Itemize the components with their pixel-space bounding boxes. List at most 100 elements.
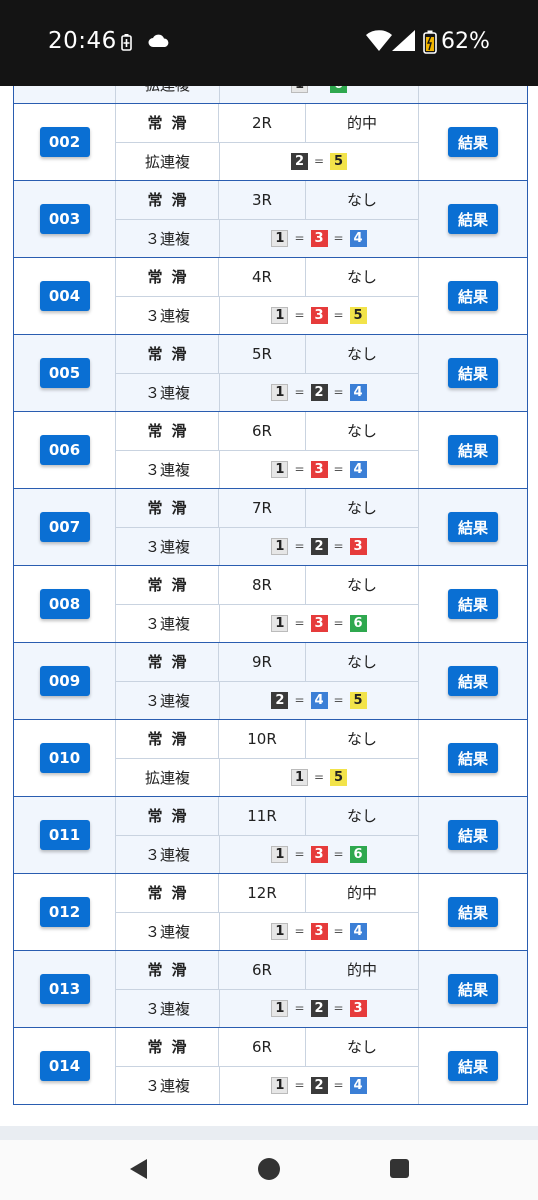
race-info: 常滑 4R なし ３連複 1 = 3 = 5 — [116, 258, 419, 334]
row-number-badge[interactable]: 004 — [39, 281, 90, 311]
race-number: 12R — [219, 874, 306, 912]
race-number: 11R — [219, 797, 306, 835]
row-number-badge[interactable]: 013 — [39, 974, 90, 1004]
result-button-cell: 結果 — [419, 720, 527, 796]
row-number-badge[interactable]: 002 — [39, 127, 90, 157]
hit-status: 的中 — [346, 114, 377, 133]
bet-type: ３連複 — [116, 296, 220, 334]
race-number: 6R — [219, 412, 306, 450]
venue-name: 常滑 — [116, 258, 219, 296]
boat-number-box: 1 — [271, 537, 289, 555]
combination: 1 = 2 = 3 — [220, 528, 418, 566]
row-number-badge[interactable]: 009 — [39, 666, 90, 696]
combo-separator: = — [333, 1001, 344, 1016]
row-number-badge[interactable]: 010 — [39, 743, 90, 773]
result-button[interactable]: 結果 — [448, 1051, 498, 1081]
row-number-cell: 012 — [14, 874, 116, 950]
home-icon[interactable] — [258, 1158, 280, 1180]
boat-number-box: 1 — [271, 383, 289, 401]
combo-separator: = — [294, 924, 305, 939]
race-info: 常滑 5R なし ３連複 1 = 2 = 4 — [116, 335, 419, 411]
venue-name: 常滑 — [116, 104, 219, 142]
result-button[interactable]: 結果 — [448, 743, 498, 773]
battery-icon — [423, 30, 437, 54]
combination: 1 = 2 = 3 — [220, 990, 418, 1028]
status-time: 20:46 — [48, 28, 117, 54]
result-button[interactable]: 結果 — [448, 820, 498, 850]
boat-number-box: 4 — [349, 1076, 367, 1094]
result-button-cell: 結果 — [419, 874, 527, 950]
result-button[interactable]: 結果 — [448, 589, 498, 619]
row-number-cell: 003 — [14, 181, 116, 257]
result-button-cell: 結果 — [419, 489, 527, 565]
combo-separator: = — [294, 616, 305, 631]
race-info: 常滑 10R なし 拡連複 1 = 5 — [116, 720, 419, 796]
venue-name: 常滑 — [116, 643, 219, 681]
race-info: 常滑 9R なし ３連複 2 = 4 = 5 — [116, 643, 419, 719]
combo-separator: = — [333, 231, 344, 246]
row-number-cell: 008 — [14, 566, 116, 642]
result-button[interactable]: 結果 — [448, 127, 498, 157]
combination: 1 = 3 = 5 — [220, 297, 418, 335]
result-button-cell: 結果 — [419, 951, 527, 1027]
venue-name: 常滑 — [116, 335, 219, 373]
race-number: 9R — [219, 643, 306, 681]
bet-type: ３連複 — [116, 219, 220, 257]
result-button[interactable]: 結果 — [448, 358, 498, 388]
recents-icon[interactable] — [390, 1159, 409, 1178]
row-number-badge[interactable]: 012 — [39, 897, 90, 927]
combo-separator: = — [333, 847, 344, 862]
row-number-badge[interactable]: 007 — [39, 512, 90, 542]
race-number: 7R — [219, 489, 306, 527]
boat-number-box: 6 — [349, 614, 367, 632]
combination: 1 = 3 = 6 — [220, 836, 418, 874]
boat-number-box: 4 — [349, 460, 367, 478]
result-button-cell: 結果 — [419, 797, 527, 873]
result-button-cell: 結果 — [419, 104, 527, 180]
status-bar: 20:46 62% — [0, 0, 538, 86]
row-number-cell: 005 — [14, 335, 116, 411]
table-row: 009 常滑 9R なし ３連複 2 = 4 = 5 結果 — [14, 642, 527, 719]
result-button[interactable]: 結果 — [448, 435, 498, 465]
table-row: 010 常滑 10R なし 拡連複 1 = 5 結果 — [14, 719, 527, 796]
combo-separator: = — [313, 770, 325, 785]
boat-number-box: 4 — [349, 383, 367, 401]
result-button[interactable]: 結果 — [448, 281, 498, 311]
boat-number-box: 1 — [271, 922, 289, 940]
boat-number-box: 3 — [310, 229, 328, 247]
row-number-cell: 009 — [14, 643, 116, 719]
result-button[interactable]: 結果 — [448, 512, 498, 542]
row-number-badge[interactable]: 011 — [39, 820, 90, 850]
result-button[interactable]: 結果 — [448, 974, 498, 1004]
combination: 2 = 4 = 5 — [220, 682, 418, 720]
combo-separator: = — [333, 924, 344, 939]
row-number-badge[interactable]: 006 — [39, 435, 90, 465]
race-info: 常滑 2R 的中 拡連複 2 = 5 — [116, 104, 419, 180]
race-info: 常滑 3R なし ３連複 1 = 3 = 4 — [116, 181, 419, 257]
combo-separator: = — [294, 847, 305, 862]
result-button[interactable]: 結果 — [448, 204, 498, 234]
venue-name: 常滑 — [116, 566, 219, 604]
row-number-badge[interactable]: 008 — [39, 589, 90, 619]
boat-number-box: 4 — [349, 922, 367, 940]
boat-number-box: 4 — [349, 229, 367, 247]
table-row: 007 常滑 7R なし ３連複 1 = 2 = 3 結果 — [14, 488, 527, 565]
row-number-badge[interactable]: 003 — [39, 204, 90, 234]
boat-number-box: 1 — [271, 460, 289, 478]
back-icon[interactable] — [128, 1158, 148, 1180]
battery-percentage: 62% — [441, 29, 490, 54]
row-number-badge[interactable]: 014 — [39, 1051, 90, 1081]
race-number: 2R — [219, 104, 306, 142]
boat-number-box: 1 — [271, 306, 289, 324]
result-button[interactable]: 結果 — [448, 666, 498, 696]
boat-number-box: 2 — [310, 999, 328, 1017]
result-button[interactable]: 結果 — [448, 897, 498, 927]
venue-name: 常滑 — [116, 874, 219, 912]
row-number-cell: 004 — [14, 258, 116, 334]
race-number: 6R — [219, 1028, 306, 1066]
boat-number-box: 3 — [349, 999, 367, 1017]
row-number-badge[interactable]: 005 — [39, 358, 90, 388]
race-number: 6R — [219, 951, 306, 989]
race-info: 常滑 7R なし ３連複 1 = 2 = 3 — [116, 489, 419, 565]
race-number: 4R — [219, 258, 306, 296]
